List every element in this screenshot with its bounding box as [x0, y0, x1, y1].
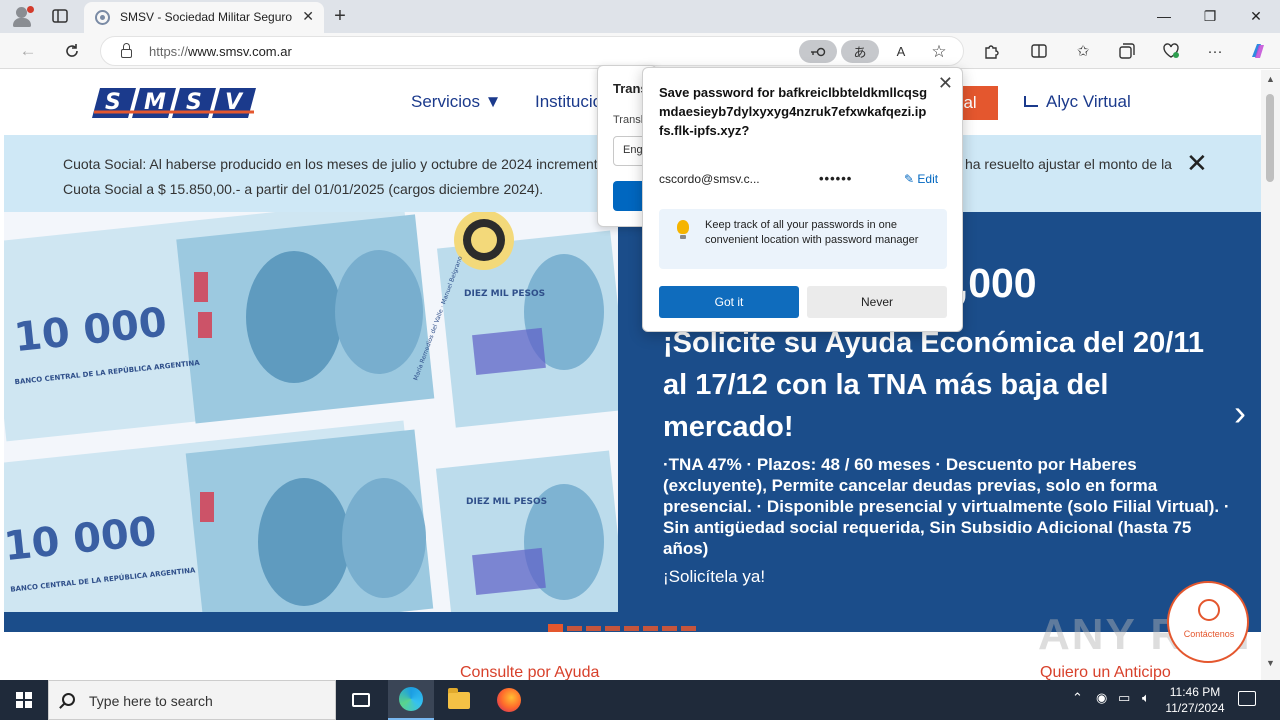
hero-cta-link[interactable]: ¡Solicítela ya! — [663, 567, 765, 587]
dialog-close-icon[interactable]: ✕ — [938, 73, 953, 94]
slider-dot[interactable] — [624, 626, 639, 631]
save-password-dialog: ✕ Save password for bafkreiclbbteldkmllc… — [642, 67, 963, 332]
windows-taskbar: Type here to search ⌃ ◉ ▭ 🔈︎ 11:46 PM 11… — [0, 680, 1280, 720]
page-scrollbar[interactable]: ▲ ▼ — [1261, 70, 1280, 680]
url-text: https://www.smsv.com.ar — [149, 44, 292, 59]
nav-alyc-virtual[interactable]: Alyc Virtual — [1024, 92, 1131, 112]
hero-body: ·TNA 47% · Plazos: 48 / 60 meses · Descu… — [663, 455, 1230, 558]
search-icon — [62, 693, 75, 706]
taskbar-search-box[interactable]: Type here to search — [48, 680, 336, 720]
contact-label: Contáctenos — [1183, 629, 1235, 639]
notice-close-icon[interactable]: ✕ — [1186, 148, 1208, 179]
slider-dot[interactable] — [567, 626, 582, 631]
task-view-button[interactable] — [338, 680, 384, 720]
slider-dot[interactable] — [548, 624, 563, 632]
headset-icon — [1198, 599, 1220, 621]
tray-chevron-icon[interactable]: ⌃ — [1072, 690, 1083, 706]
profile-icon[interactable] — [8, 4, 36, 28]
notification-icon[interactable] — [1238, 691, 1256, 706]
new-tab-button[interactable]: + — [326, 4, 354, 28]
tip-text: Keep track of all your passwords in one … — [705, 219, 919, 246]
windows-logo-icon — [16, 692, 32, 708]
scroll-down-icon[interactable]: ▼ — [1266, 658, 1275, 668]
browser-tab-bar: SMSV - Sociedad Militar Seguro de Vida ✕… — [0, 0, 1280, 33]
scroll-thumb[interactable] — [1266, 94, 1274, 182]
more-menu-icon[interactable]: ··· — [1200, 38, 1230, 64]
slider-next-icon[interactable]: › — [1234, 392, 1246, 434]
taskbar-firefox[interactable] — [486, 680, 532, 720]
svg-text:S: S — [186, 90, 202, 115]
collections-icon[interactable] — [1112, 38, 1142, 64]
browser-tab-smsv[interactable]: SMSV - Sociedad Militar Seguro de Vida ✕ — [84, 2, 324, 33]
svg-text:M: M — [144, 90, 166, 115]
site-favicon-icon — [95, 10, 110, 25]
taskbar-file-explorer[interactable] — [436, 680, 482, 720]
hero-slider: 10 000 DIEZ MIL PESOS BANCO CENTRAL DE L… — [4, 212, 1261, 632]
search-placeholder: Type here to search — [89, 693, 213, 709]
start-button[interactable] — [0, 680, 48, 720]
read-aloud-icon[interactable]: A — [889, 40, 913, 63]
password-key-icon[interactable] — [799, 40, 837, 63]
split-screen-icon[interactable] — [1024, 38, 1054, 64]
banknote-words-top: DIEZ MIL PESOS — [464, 289, 545, 299]
task-view-icon — [352, 693, 370, 707]
saved-username: cscordo@smsv.c... — [659, 172, 760, 186]
tab-close-icon[interactable]: ✕ — [302, 8, 314, 25]
slider-dot[interactable] — [681, 626, 696, 631]
folder-icon — [448, 687, 470, 709]
firefox-icon — [497, 688, 521, 712]
tab-actions-icon[interactable] — [46, 4, 74, 28]
edit-label: Edit — [917, 172, 939, 186]
nav-servicios[interactable]: Servicios ▼ — [411, 92, 502, 112]
url-bar[interactable]: https://www.smsv.com.ar あ A ☆ — [100, 36, 964, 66]
lightbulb-icon — [677, 220, 689, 239]
maximize-button[interactable]: ❐ — [1190, 5, 1230, 27]
slider-dot[interactable] — [605, 626, 620, 631]
favorite-star-icon[interactable]: ☆ — [927, 40, 951, 63]
back-arrow-icon[interactable]: ← — [14, 38, 42, 64]
quiero-anticipo-link[interactable]: Quiero un Anticipo — [1040, 664, 1171, 680]
chart-icon — [1024, 96, 1038, 107]
edge-icon — [399, 687, 423, 711]
never-button[interactable]: Never — [807, 286, 947, 318]
banknote-words-bottom: DIEZ MIL PESOS — [466, 497, 547, 507]
browser-essentials-icon[interactable] — [1156, 38, 1186, 64]
password-manager-tip: Keep track of all your passwords in one … — [659, 209, 947, 269]
volume-icon[interactable]: 🔈︎ — [1142, 690, 1150, 706]
slider-dot[interactable] — [586, 626, 601, 631]
banknote-image: 10 000 DIEZ MIL PESOS BANCO CENTRAL DE L… — [4, 212, 618, 612]
window-close-button[interactable]: ✕ — [1236, 5, 1276, 27]
consulte-ayuda-link[interactable]: Consulte por Ayuda — [460, 664, 599, 680]
contact-button[interactable]: Contáctenos — [1167, 581, 1249, 663]
favorites-icon[interactable]: ✩ — [1068, 38, 1098, 64]
smsv-logo[interactable]: S M S V — [92, 86, 258, 120]
svg-text:S: S — [105, 90, 121, 115]
svg-text:V: V — [225, 90, 244, 115]
clock-date: 11/27/2024 — [1165, 701, 1225, 715]
network-icon[interactable]: ▭ — [1118, 690, 1130, 706]
hero-title: ¡Solicite su Ayuda Económica del 20/11 a… — [663, 327, 1204, 443]
slider-dots — [548, 624, 696, 632]
slider-dot[interactable] — [662, 626, 677, 631]
minimize-button[interactable]: — — [1144, 5, 1184, 27]
taskbar-edge[interactable] — [388, 680, 434, 720]
copilot-icon[interactable] — [1243, 38, 1273, 64]
saved-password-mask: •••••• — [819, 171, 853, 186]
tray-security-icon[interactable]: ◉ — [1096, 690, 1107, 706]
refresh-icon[interactable] — [58, 38, 86, 64]
tab-title: SMSV - Sociedad Militar Seguro de Vida — [120, 10, 295, 24]
edit-credentials-link[interactable]: ✎ Edit — [904, 172, 938, 186]
system-clock[interactable]: 11:46 PM 11/27/2024 — [1162, 684, 1228, 716]
extensions-icon[interactable] — [976, 38, 1006, 64]
clock-time: 11:46 PM — [1169, 685, 1221, 699]
scroll-up-icon[interactable]: ▲ — [1266, 74, 1275, 84]
slider-dot[interactable] — [643, 626, 658, 631]
translate-icon[interactable]: あ — [841, 40, 879, 63]
address-toolbar: ← https://www.smsv.com.ar あ A ☆ ✩ ··· — [0, 33, 1280, 69]
got-it-button[interactable]: Got it — [659, 286, 799, 318]
lock-icon[interactable] — [121, 43, 132, 58]
dialog-title: Save password for bafkreiclbbteldkmllcqs… — [659, 85, 928, 138]
